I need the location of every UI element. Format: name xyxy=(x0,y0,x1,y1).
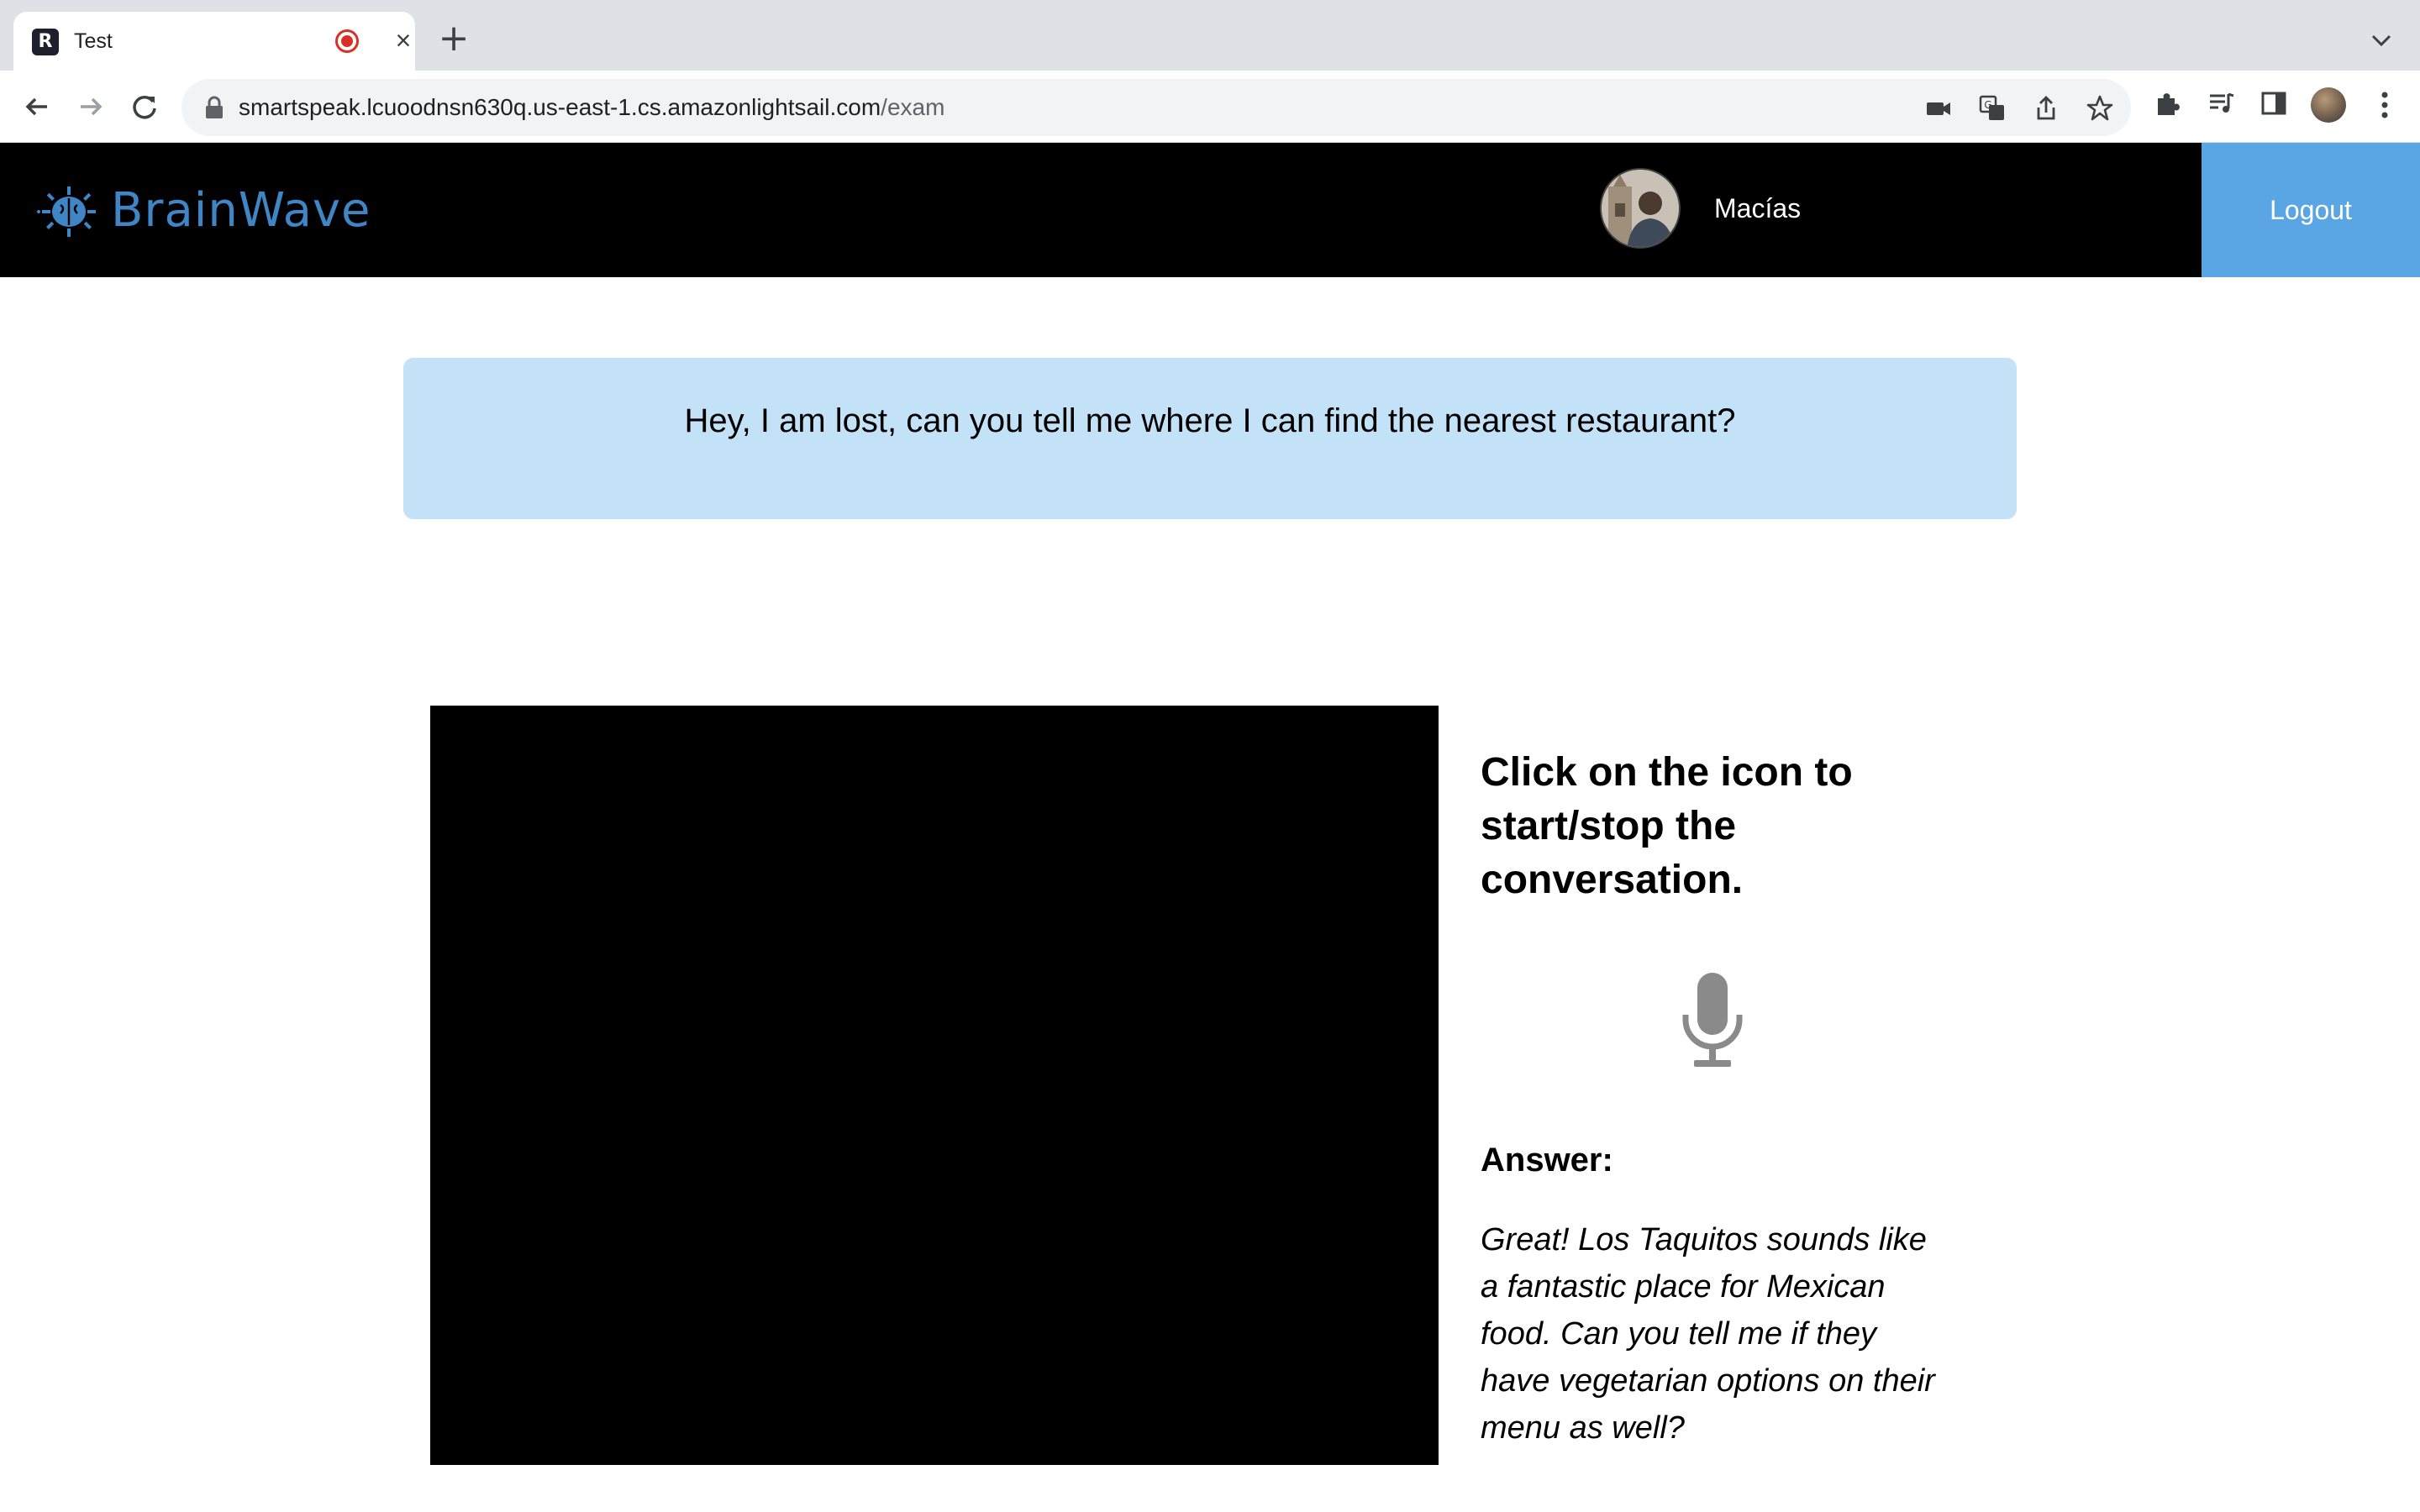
translate-icon[interactable]: G xyxy=(1978,94,2007,123)
browser-toolbar: smartspeak.lcuoodnsn630q.us-east-1.cs.am… xyxy=(0,71,2420,143)
camera-icon[interactable] xyxy=(1924,94,1953,123)
question-card: Hey, I am lost, can you tell me where I … xyxy=(403,358,2017,519)
share-icon[interactable] xyxy=(2032,94,2060,123)
url-text[interactable]: smartspeak.lcuoodnsn630q.us-east-1.cs.am… xyxy=(239,92,944,123)
instructions-heading: Click on the icon to start/stop the conv… xyxy=(1481,750,1853,902)
media-icon[interactable] xyxy=(2207,88,2237,118)
tab-search-icon[interactable] xyxy=(2366,25,2396,55)
lock-icon[interactable] xyxy=(203,96,225,119)
url-path: /exam xyxy=(881,94,945,120)
side-panel-icon[interactable] xyxy=(2259,88,2289,118)
user-photo xyxy=(1602,170,1679,247)
answer-label: Answer: xyxy=(1481,1142,1613,1179)
url-host: smartspeak.lcuoodnsn630q.us-east-1.cs.am… xyxy=(239,94,881,120)
conversation-panel: Click on the icon to start/stop the conv… xyxy=(1481,746,1951,1446)
browser-tabstrip: R Test × + xyxy=(0,0,2420,71)
user-name: Macías xyxy=(1714,193,1802,223)
star-icon[interactable] xyxy=(2086,94,2114,123)
tab-favicon-icon: R xyxy=(32,29,59,55)
logout-button[interactable]: Logout xyxy=(2202,143,2420,277)
reload-icon[interactable] xyxy=(126,88,163,125)
new-tab-button[interactable]: + xyxy=(435,20,472,59)
brain-logo-icon xyxy=(37,186,96,237)
recording-indicator-icon xyxy=(335,29,359,53)
back-icon[interactable] xyxy=(18,88,55,125)
menu-icon[interactable] xyxy=(2370,87,2400,123)
microphone-icon[interactable] xyxy=(1679,973,1746,1070)
brand[interactable]: BrainWave xyxy=(37,180,371,240)
address-bar[interactable]: smartspeak.lcuoodnsn630q.us-east-1.cs.am… xyxy=(182,79,2131,136)
extensions-icon[interactable] xyxy=(2153,88,2183,118)
user-avatar xyxy=(1600,168,1681,249)
question-text: Hey, I am lost, can you tell me where I … xyxy=(684,402,1736,439)
video-feed xyxy=(430,706,1439,1465)
brand-name: BrainWave xyxy=(111,182,371,238)
profile-avatar[interactable] xyxy=(2311,87,2346,123)
forward-icon[interactable] xyxy=(72,88,109,125)
browser-tab[interactable]: R Test × xyxy=(13,12,415,71)
answer-text: Great! Los Taquitos sounds like a fantas… xyxy=(1481,1222,1935,1446)
svg-text:G: G xyxy=(1984,99,1991,111)
tab-title: Test xyxy=(74,29,113,53)
tab-close-icon[interactable]: × xyxy=(388,25,418,55)
site-header: BrainWave Macías Logout xyxy=(0,143,2420,277)
